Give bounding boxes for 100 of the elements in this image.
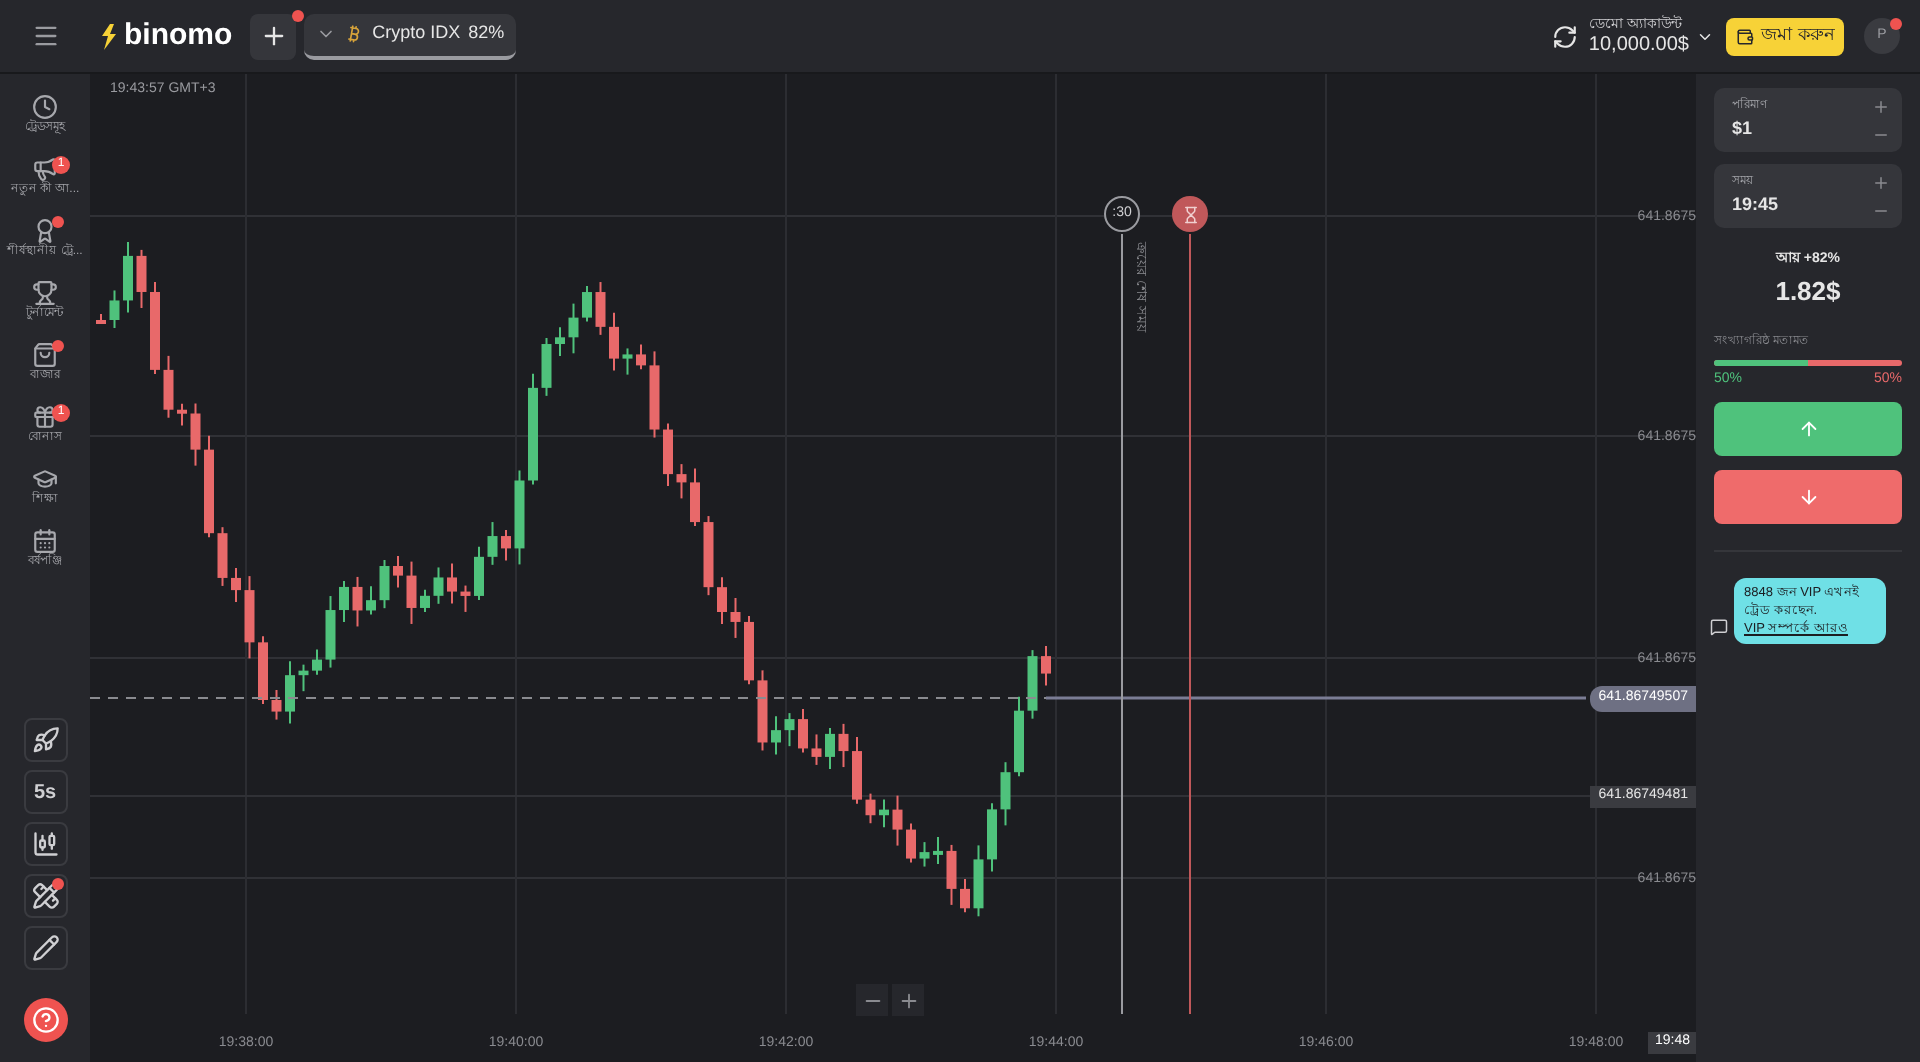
candle bbox=[744, 614, 754, 686]
candle bbox=[663, 422, 673, 488]
candle bbox=[204, 434, 214, 539]
candle bbox=[555, 326, 565, 357]
timeframe-label: 5s bbox=[33, 779, 57, 807]
candle bbox=[217, 526, 228, 587]
candle bbox=[487, 521, 498, 566]
candle bbox=[933, 835, 943, 866]
tool-button[interactable] bbox=[23, 822, 67, 866]
candle bbox=[892, 794, 903, 847]
bag-icon bbox=[32, 342, 58, 368]
help-button[interactable] bbox=[23, 998, 67, 1042]
megaphone-icon bbox=[32, 156, 58, 182]
candle bbox=[690, 467, 700, 528]
hourglass-icon bbox=[1181, 205, 1199, 223]
down-button[interactable] bbox=[1714, 469, 1902, 523]
candle bbox=[325, 595, 336, 669]
field-value: $1 bbox=[1732, 116, 1753, 142]
logo[interactable]: binomo bbox=[124, 13, 233, 59]
candle bbox=[609, 311, 619, 372]
refresh-icon[interactable] bbox=[1552, 23, 1579, 49]
candle bbox=[649, 350, 660, 439]
help-icon bbox=[31, 1006, 59, 1034]
menu-icon[interactable] bbox=[32, 22, 60, 50]
logo-icon bbox=[100, 23, 118, 49]
rocket-icon bbox=[31, 726, 59, 754]
candle bbox=[946, 843, 957, 906]
tool-button[interactable] bbox=[23, 926, 67, 970]
wallet-icon bbox=[1736, 27, 1755, 45]
candle bbox=[393, 555, 403, 589]
candle bbox=[568, 302, 579, 355]
arrow-up-icon bbox=[1797, 417, 1819, 439]
candle bbox=[96, 313, 106, 325]
income-value: 1.82$ bbox=[1775, 273, 1841, 309]
candle bbox=[460, 584, 471, 613]
candle bbox=[406, 560, 417, 625]
candle bbox=[244, 575, 255, 660]
candle bbox=[717, 576, 727, 625]
candle bbox=[312, 648, 322, 676]
medal-icon bbox=[32, 218, 58, 244]
candle bbox=[1041, 645, 1051, 687]
candle bbox=[298, 663, 309, 693]
candle bbox=[433, 566, 444, 605]
candle bbox=[852, 736, 862, 805]
tool-button[interactable] bbox=[23, 718, 67, 762]
graduation-cap-icon bbox=[32, 466, 58, 492]
candle bbox=[906, 822, 916, 864]
candle bbox=[163, 354, 174, 419]
candle bbox=[136, 248, 147, 309]
plus-icon bbox=[259, 22, 288, 50]
chat-icon[interactable] bbox=[1710, 617, 1728, 635]
zoom-out-button[interactable] bbox=[856, 984, 888, 1016]
candle bbox=[271, 689, 282, 721]
candle bbox=[528, 372, 538, 486]
candle bbox=[676, 463, 687, 500]
candle bbox=[190, 402, 201, 467]
increase-icon[interactable] bbox=[1872, 98, 1890, 116]
deposit-button[interactable]: জমা করুন bbox=[1726, 17, 1844, 55]
candle bbox=[582, 285, 592, 323]
candle bbox=[987, 802, 997, 873]
candle bbox=[811, 733, 822, 766]
candle bbox=[973, 844, 984, 918]
candle bbox=[784, 712, 795, 748]
asset-selector[interactable]: Crypto IDX 82% bbox=[304, 13, 517, 59]
zoom-in-button[interactable] bbox=[892, 984, 924, 1016]
arrow-down-icon bbox=[1797, 485, 1819, 507]
tool-button[interactable] bbox=[23, 874, 67, 918]
candle bbox=[960, 877, 970, 914]
candle bbox=[352, 575, 363, 628]
candle bbox=[622, 347, 633, 376]
candle bbox=[501, 529, 511, 562]
candle bbox=[919, 841, 930, 868]
asset-payout: 82% bbox=[468, 20, 505, 47]
candle bbox=[420, 588, 430, 613]
candle bbox=[730, 597, 741, 639]
candle bbox=[703, 515, 714, 597]
up-button[interactable] bbox=[1714, 401, 1902, 455]
candle bbox=[339, 579, 349, 624]
candles-icon bbox=[31, 830, 59, 858]
trophy-icon bbox=[32, 280, 58, 306]
candle bbox=[366, 585, 376, 616]
candle bbox=[757, 669, 768, 752]
candle bbox=[514, 469, 525, 566]
candle bbox=[285, 660, 295, 725]
candle bbox=[838, 722, 849, 769]
candle bbox=[879, 798, 889, 829]
gift-icon bbox=[32, 404, 58, 430]
candle bbox=[474, 545, 484, 601]
candle bbox=[258, 635, 268, 705]
candle bbox=[825, 726, 835, 770]
tool-button[interactable]: 5s bbox=[23, 770, 67, 814]
candle bbox=[379, 559, 390, 610]
account-balance: 10,000.00$ bbox=[1588, 35, 1689, 55]
candle bbox=[865, 792, 876, 825]
candle bbox=[1027, 649, 1038, 720]
increase-icon[interactable] bbox=[1872, 174, 1890, 192]
candle bbox=[123, 240, 133, 314]
calendar-icon bbox=[32, 528, 58, 554]
candle bbox=[636, 343, 646, 371]
candle bbox=[1000, 761, 1011, 827]
